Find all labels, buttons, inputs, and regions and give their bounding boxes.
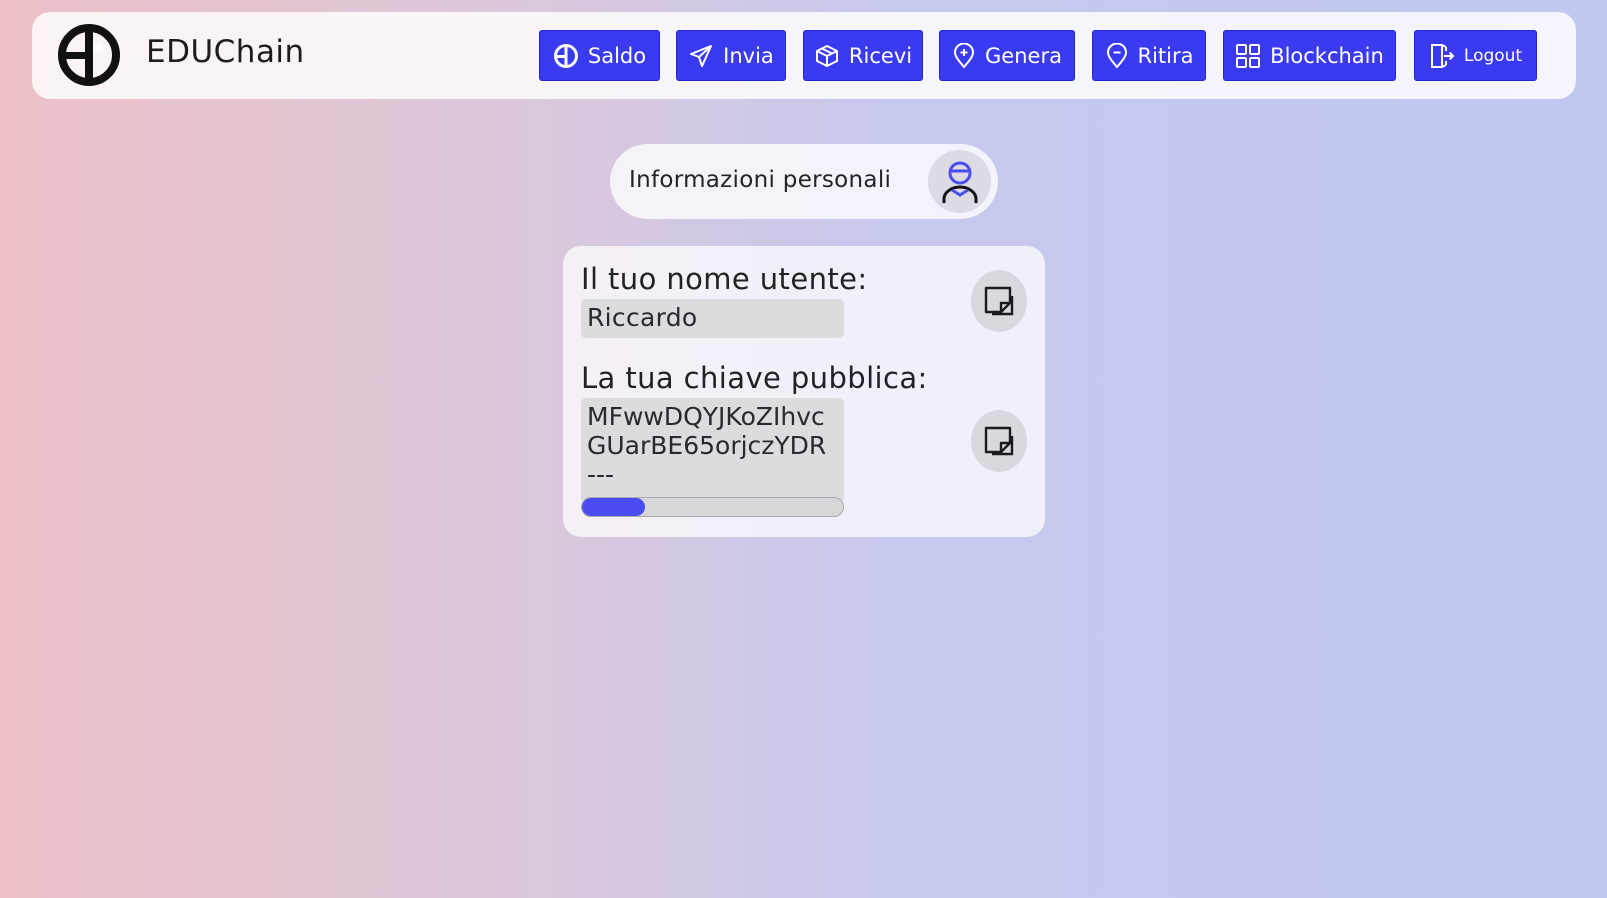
nav-ritira-label: Ritira	[1137, 43, 1194, 68]
nav-ricevi-button[interactable]: Ricevi	[803, 30, 923, 81]
nav-genera-button[interactable]: Genera	[939, 30, 1075, 81]
user-avatar-icon	[942, 161, 977, 203]
nav-logout-button[interactable]: Logout	[1414, 30, 1537, 81]
top-navbar: EDUChain Saldo Invia Ricevi Genera Ritir…	[32, 12, 1576, 99]
publickey-label: La tua chiave pubblica:	[581, 361, 928, 395]
personal-info-label: Informazioni personali	[629, 167, 892, 193]
copy-publickey-button[interactable]	[971, 410, 1027, 472]
publickey-line-2: GUarBE65orjczYDR	[587, 431, 827, 460]
nav-genera-label: Genera	[985, 43, 1062, 68]
grid-icon	[1236, 43, 1261, 68]
withdraw-pin-icon	[1106, 42, 1127, 69]
publickey-line-1: MFwwDQYJKoZIhvc	[587, 402, 825, 431]
logout-door-icon	[1430, 43, 1455, 68]
nav-invia-button[interactable]: Invia	[676, 30, 786, 81]
nav-blockchain-button[interactable]: Blockchain	[1223, 30, 1396, 81]
publickey-scrollbar-thumb[interactable]	[582, 498, 645, 516]
nav-ricevi-label: Ricevi	[848, 43, 913, 68]
username-value: Riccardo	[581, 299, 844, 338]
educhain-logo-icon	[58, 24, 120, 86]
nav-logout-label: Logout	[1463, 45, 1523, 66]
generate-pin-icon	[954, 42, 975, 69]
publickey-value[interactable]: MFwwDQYJKoZIhvc GUarBE65orjczYDR ---	[581, 398, 844, 500]
nav-saldo-label: Saldo	[587, 43, 647, 68]
nav-invia-label: Invia	[723, 43, 774, 68]
username-label: Il tuo nome utente:	[581, 262, 868, 296]
receive-box-icon	[815, 44, 838, 67]
copy-icon	[984, 426, 1014, 456]
nav-saldo-button[interactable]: Saldo	[539, 30, 660, 81]
copy-username-button[interactable]	[971, 270, 1027, 332]
publickey-scrollbar[interactable]	[581, 497, 844, 517]
personal-info-header: Informazioni personali	[610, 144, 998, 219]
balance-coin-icon	[553, 43, 578, 68]
nav-blockchain-label: Blockchain	[1270, 43, 1384, 68]
avatar	[928, 150, 991, 213]
user-info-card: Il tuo nome utente: Riccardo La tua chia…	[563, 246, 1045, 537]
copy-icon	[984, 286, 1014, 316]
nav-ritira-button[interactable]: Ritira	[1092, 30, 1206, 81]
publickey-line-3: ---	[587, 460, 615, 489]
brand-name: EDUChain	[146, 34, 305, 70]
send-plane-icon	[690, 44, 713, 67]
